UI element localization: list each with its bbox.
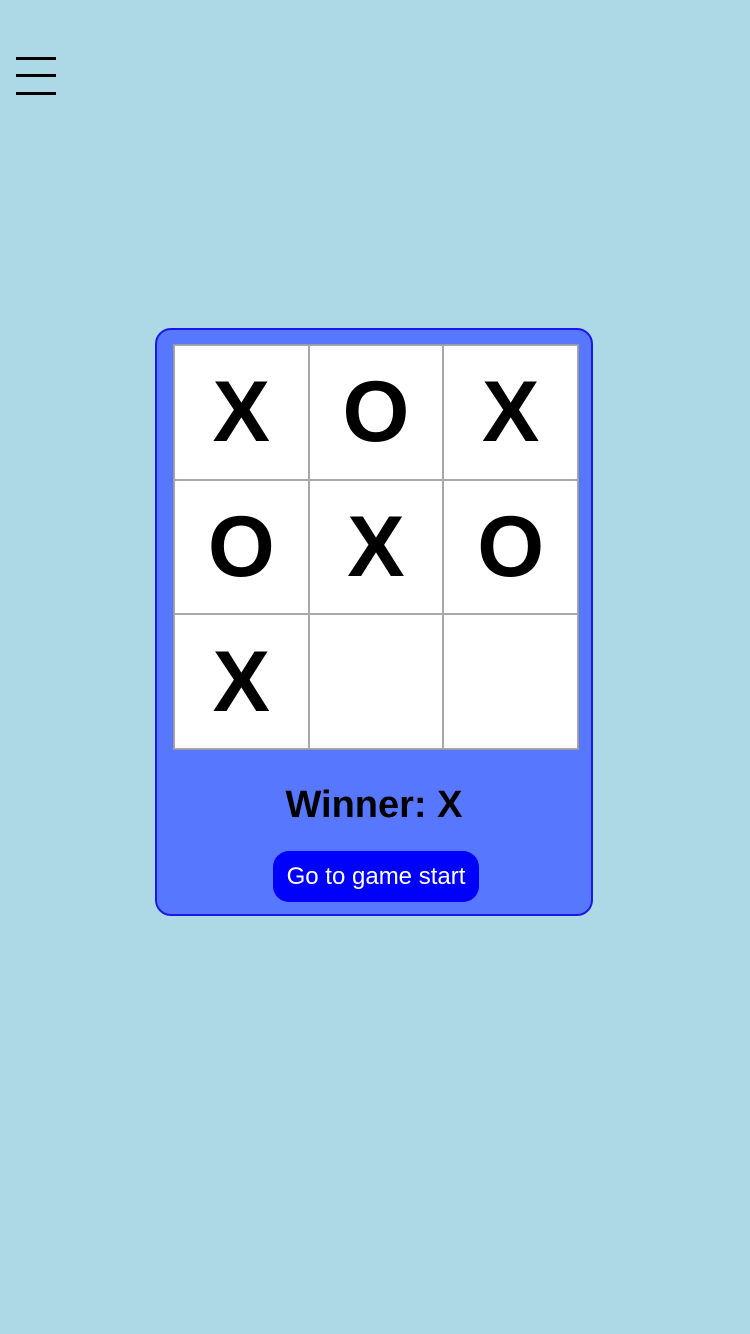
winner-status: Winner: X <box>285 784 463 826</box>
board-cell-6[interactable]: O <box>443 479 578 615</box>
board-cell-7[interactable]: X <box>174 614 309 749</box>
board-cell-1[interactable]: X <box>174 345 309 480</box>
board-cell-4[interactable]: O <box>174 479 309 615</box>
game-board: X O X O X O X <box>173 344 579 750</box>
hamburger-menu-icon[interactable] <box>14 52 58 100</box>
menu-bar-middle <box>16 74 56 77</box>
board-cell-3[interactable]: X <box>443 345 578 480</box>
menu-bar-top <box>16 57 56 60</box>
board-cell-5[interactable]: X <box>308 479 444 615</box>
game-card: X O X O X O X Winner: X Go to game start <box>155 328 593 916</box>
board-cell-8[interactable] <box>308 614 444 749</box>
menu-bar-bottom <box>16 92 56 95</box>
board-cell-2[interactable]: O <box>308 345 444 480</box>
go-to-game-start-button[interactable]: Go to game start <box>273 851 479 902</box>
board-cell-9[interactable] <box>443 614 578 749</box>
